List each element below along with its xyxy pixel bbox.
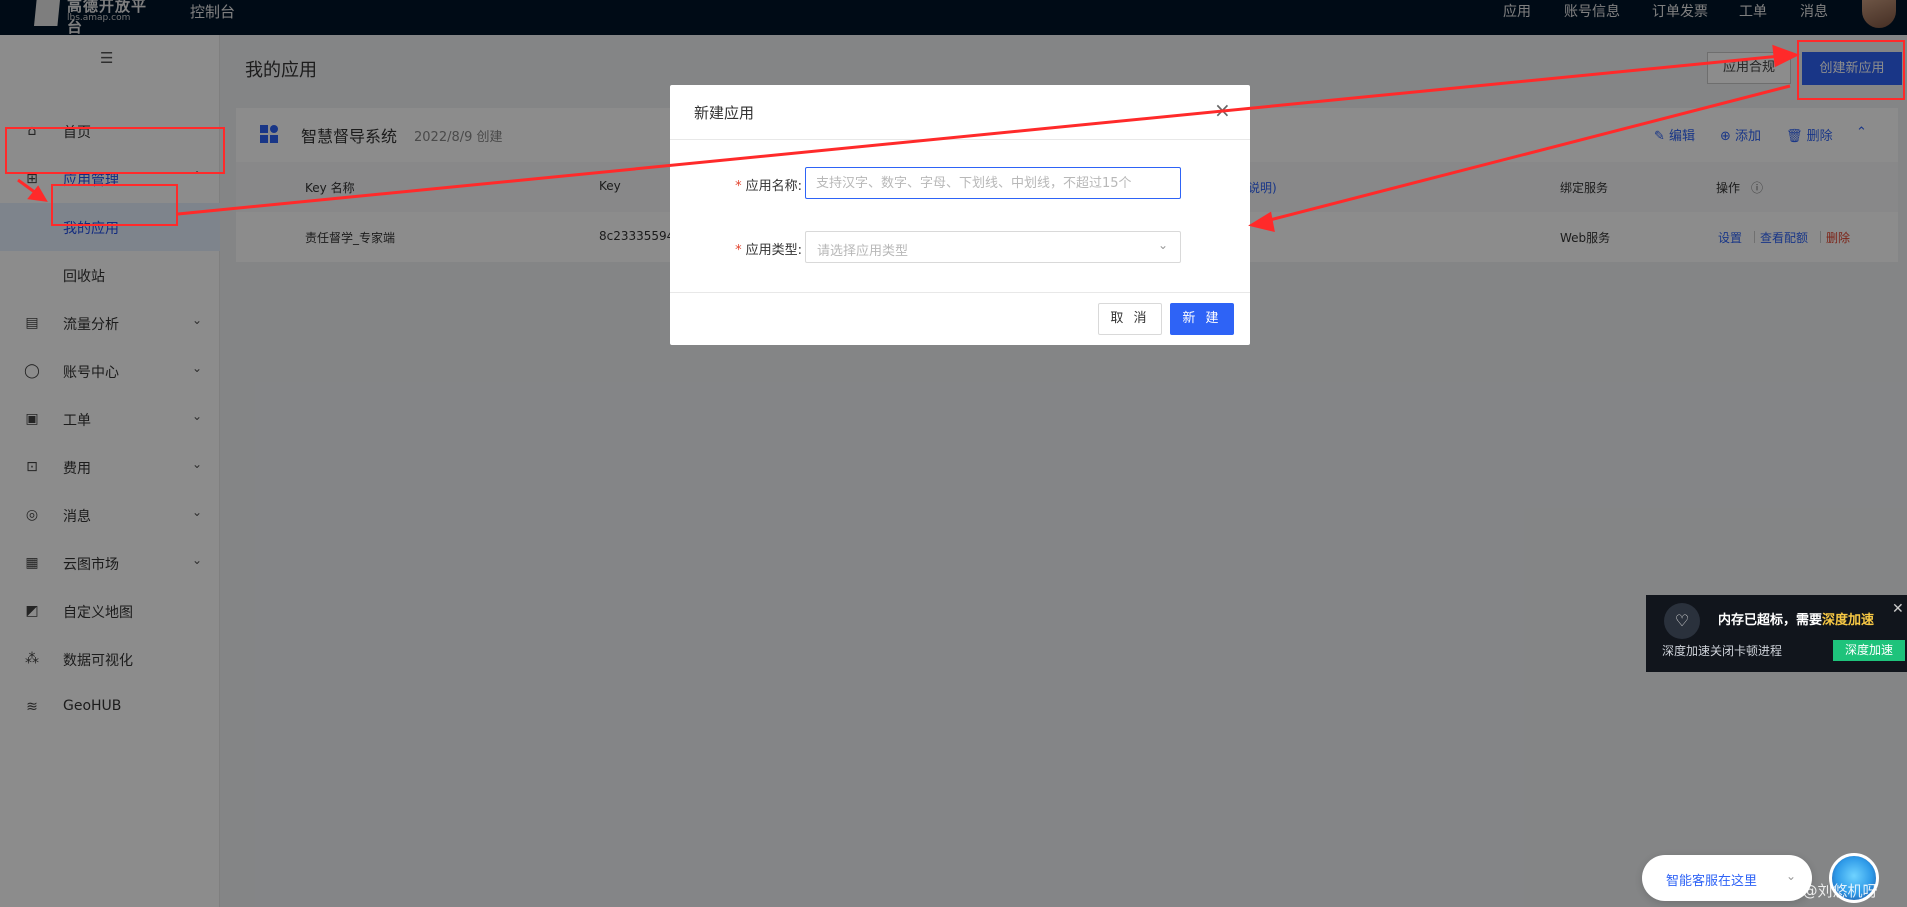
shield-icon: ♡: [1664, 603, 1700, 639]
deep-accelerate-button[interactable]: 深度加速: [1833, 640, 1905, 661]
memory-warning-popup: ♡ 内存已超标，需要深度加速 ✕ 深度加速关闭卡顿进程 深度加速: [1646, 595, 1907, 672]
chat-text: 智能客服在这里: [1666, 874, 1758, 889]
notify-description: 深度加速关闭卡顿进程: [1662, 644, 1783, 658]
notify-title: 内存已超标，需要深度加速: [1718, 613, 1875, 628]
close-icon[interactable]: ✕: [1892, 601, 1904, 617]
annotation-arrow-2: [177, 54, 1781, 216]
watermark: CSDN @刘悠机呀: [1755, 882, 1878, 900]
annotation-arrow-3: [1261, 84, 1791, 224]
annotation-arrows: [17, 44, 1800, 232]
